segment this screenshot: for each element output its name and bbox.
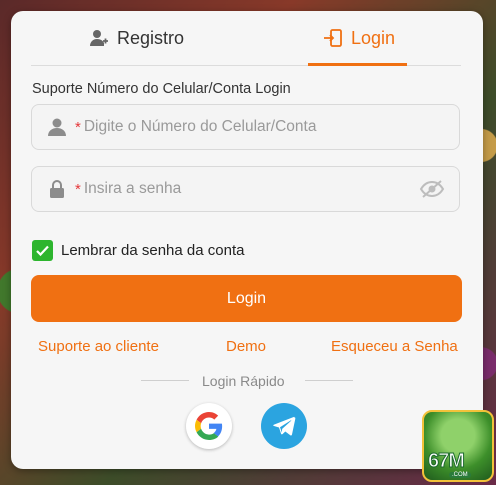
divider-right: [305, 380, 353, 381]
customer-support-link[interactable]: Suporte ao cliente: [38, 338, 159, 355]
remember-checkbox[interactable]: [32, 240, 53, 261]
logo-subtext: .COM: [449, 472, 471, 478]
active-tab-indicator: [308, 63, 407, 66]
user-icon: [48, 118, 66, 136]
form-title: Suporte Número do Celular/Conta Login: [32, 81, 291, 97]
forgot-password-link[interactable]: Esqueceu a Senha: [331, 338, 458, 355]
auth-tabs: Registro Login: [31, 11, 461, 66]
tab-register-label: Registro: [117, 27, 185, 48]
lock-icon: [50, 180, 64, 198]
google-login-button[interactable]: [186, 403, 232, 449]
telegram-login-button[interactable]: [261, 403, 307, 449]
eye-off-icon[interactable]: [419, 179, 445, 199]
logo-text: 67M: [428, 450, 466, 473]
divider-left: [141, 380, 189, 381]
login-door-icon: [324, 29, 342, 47]
google-icon: [195, 412, 223, 440]
login-button[interactable]: Login: [31, 275, 462, 322]
check-icon: [36, 245, 49, 257]
tab-register[interactable]: Registro: [89, 11, 184, 65]
tab-login-label: Login: [351, 27, 396, 48]
remember-password[interactable]: Lembrar da senha da conta: [32, 240, 244, 261]
demo-link[interactable]: Demo: [226, 338, 266, 355]
tab-login[interactable]: Login: [323, 11, 395, 65]
add-user-icon: [90, 30, 108, 46]
password-field[interactable]: *: [31, 166, 460, 212]
password-input[interactable]: [81, 179, 419, 199]
phone-input[interactable]: [81, 117, 459, 137]
required-mark: *: [75, 118, 81, 136]
quick-login-label: Login Rápido: [202, 373, 285, 389]
telegram-icon: [273, 416, 296, 436]
phone-field[interactable]: *: [31, 104, 460, 150]
remember-label: Lembrar da senha da conta: [61, 242, 245, 259]
login-dialog: Registro Login Suporte Número do Celular…: [11, 11, 483, 469]
brand-logo: 67M .COM: [422, 410, 494, 482]
required-mark: *: [75, 180, 81, 198]
